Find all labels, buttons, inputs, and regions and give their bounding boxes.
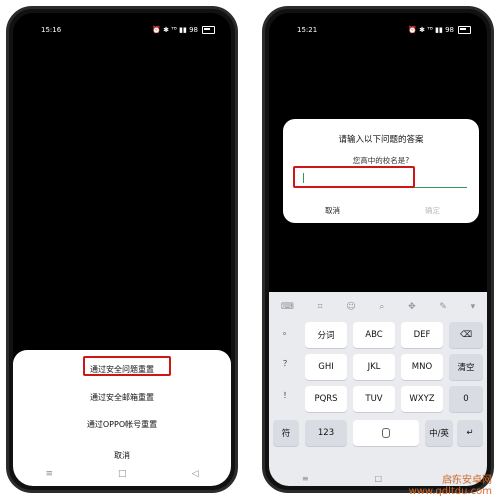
- status-icons: ⏰ ✱ ᵀᴮ ▮▮ 98: [408, 26, 471, 34]
- menu-icon[interactable]: ≡: [302, 474, 309, 483]
- dialog-confirm-button[interactable]: 确定: [425, 205, 440, 216]
- symbols-key[interactable]: 符: [273, 420, 299, 446]
- status-bar: 15:21 ⏰ ✱ ᵀᴮ ▮▮ 98: [269, 23, 487, 37]
- key-def[interactable]: DEF: [401, 322, 443, 348]
- sheet-cancel-button[interactable]: 取消: [13, 450, 231, 461]
- punct-period[interactable]: 。: [283, 326, 291, 337]
- dialog-title: 请输入以下问题的答案: [338, 135, 424, 145]
- number-key[interactable]: 123: [305, 420, 347, 446]
- site-watermark: 启东安卓网 www.qdltdu.com: [408, 475, 492, 497]
- t9-keyboard: ⌨ ⌗ ☺ ⌕ ✥ ✎ ▾ 。 ？ ！ 分词 ABC DEF ⌫ GHI JKL…: [269, 292, 487, 486]
- key-jkl[interactable]: JKL: [353, 354, 395, 380]
- right-screen: 15:21 ⏰ ✱ ᵀᴮ ▮▮ 98 请输入以下问题的答案 您高中的校名是? 取…: [269, 13, 487, 486]
- navigation-bar: ≡ □ ◁: [13, 468, 231, 480]
- reset-via-security-email[interactable]: 通过安全邮箱重置: [13, 392, 231, 403]
- keyboard-layout-icon[interactable]: ⌗: [318, 302, 323, 312]
- enter-key[interactable]: ↵: [457, 420, 483, 446]
- security-question-dialog: 请输入以下问题的答案 您高中的校名是? 取消 确定: [283, 119, 479, 223]
- key-tuv[interactable]: TUV: [353, 386, 395, 412]
- reset-via-security-question[interactable]: 通过安全问题重置: [13, 364, 231, 375]
- dialog-cancel-button[interactable]: 取消: [325, 205, 340, 216]
- key-abc[interactable]: ABC: [353, 322, 395, 348]
- backspace-key[interactable]: ⌫: [449, 322, 483, 348]
- status-icon-text: ⏰ ✱ ᵀᴮ ▮▮ 98: [408, 25, 454, 34]
- status-icon-text: ⏰ ✱ ᵀᴮ ▮▮ 98: [152, 25, 198, 34]
- punct-question[interactable]: ？: [283, 358, 291, 369]
- punct-exclaim[interactable]: ！: [283, 390, 291, 401]
- left-phone: 15:16 ⏰ ✱ ᵀᴮ ▮▮ 98 通过安全问题重置 通过安全邮箱重置 通过O…: [6, 6, 238, 493]
- search-icon[interactable]: ⌕: [379, 302, 384, 312]
- handwriting-icon[interactable]: ✎: [439, 302, 447, 312]
- battery-icon: [458, 26, 471, 34]
- key-pqrs[interactable]: PQRS: [305, 386, 347, 412]
- key-fenci[interactable]: 分词: [305, 322, 347, 348]
- keyboard-switch-icon[interactable]: ⌨: [281, 302, 294, 312]
- clear-key[interactable]: 清空: [449, 354, 483, 380]
- reset-via-oppo-account[interactable]: 通过OPPO帐号重置: [13, 419, 231, 430]
- key-mno[interactable]: MNO: [401, 354, 443, 380]
- key-wxyz[interactable]: WXYZ: [401, 386, 443, 412]
- home-icon[interactable]: □: [118, 469, 127, 479]
- battery-icon: [202, 26, 215, 34]
- cursor-move-icon[interactable]: ✥: [408, 302, 416, 312]
- status-time: 15:16: [41, 26, 62, 34]
- key-ghi[interactable]: GHI: [305, 354, 347, 380]
- right-phone: 15:21 ⏰ ✱ ᵀᴮ ▮▮ 98 请输入以下问题的答案 您高中的校名是? 取…: [262, 6, 494, 493]
- emoji-icon[interactable]: ☺: [346, 302, 355, 312]
- microphone-icon: [382, 428, 390, 438]
- menu-icon[interactable]: ≡: [46, 469, 54, 479]
- status-time: 15:21: [297, 26, 318, 34]
- back-icon[interactable]: ◁: [192, 469, 199, 479]
- punctuation-column: 。 ？ ！: [273, 322, 299, 418]
- reset-options-sheet: 通过安全问题重置 通过安全邮箱重置 通过OPPO帐号重置 取消 ≡ □ ◁: [13, 350, 231, 486]
- keyboard-toolbar: ⌨ ⌗ ☺ ⌕ ✥ ✎ ▾: [269, 298, 487, 316]
- status-icons: ⏰ ✱ ᵀᴮ ▮▮ 98: [152, 26, 215, 34]
- home-icon[interactable]: □: [374, 474, 382, 483]
- key-zero[interactable]: 0: [449, 386, 483, 412]
- highlight-box: [293, 166, 415, 188]
- language-toggle-key[interactable]: 中/英: [425, 420, 453, 446]
- status-bar: 15:16 ⏰ ✱ ᵀᴮ ▮▮ 98: [13, 23, 231, 37]
- dialog-question: 您高中的校名是?: [352, 156, 410, 165]
- collapse-keyboard-icon[interactable]: ▾: [471, 302, 476, 312]
- space-key[interactable]: [353, 420, 419, 446]
- left-screen: 15:16 ⏰ ✱ ᵀᴮ ▮▮ 98 通过安全问题重置 通过安全邮箱重置 通过O…: [13, 13, 231, 486]
